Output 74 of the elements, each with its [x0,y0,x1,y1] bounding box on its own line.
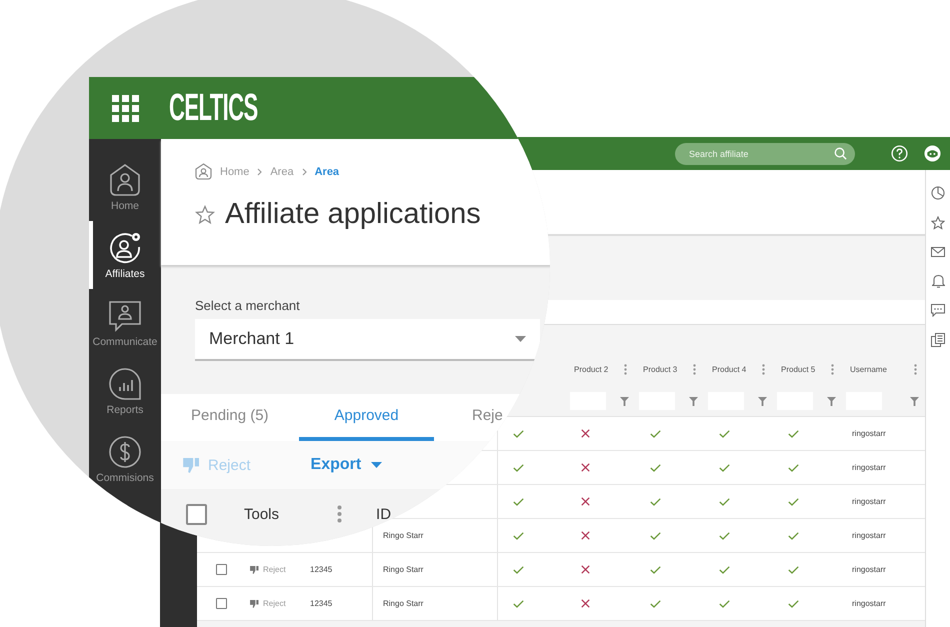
nav-item[interactable]: Home [89,153,157,221]
search-field[interactable]: Search affiliate [675,142,855,164]
filter-icon[interactable] [758,396,767,406]
caret-icon [515,336,526,342]
chat-icon[interactable] [931,304,945,317]
kebab-icon[interactable] [914,364,917,374]
chat-user-icon [108,298,142,332]
table-cell-text: Ringo Starr [382,599,424,608]
column-header: Tools [244,506,280,522]
table-cell-text: ringostarr [851,531,886,540]
kebab-icon[interactable] [831,364,834,374]
filter-icon[interactable] [620,396,629,406]
column-header: Product 5 [781,364,816,374]
column-header: Username [850,364,887,374]
bar-chart-icon [108,366,142,400]
thumbs-down-icon [183,458,200,472]
table-cell-text: ringostarr [851,429,886,438]
table-cell-text: 12345 [309,599,332,608]
caret-icon [371,462,382,468]
select-all-checkbox[interactable] [186,504,207,524]
home-icon [108,162,142,196]
chevron-icon [257,168,262,176]
breadcrumb-link[interactable]: Area [270,166,294,178]
filter-icon[interactable] [910,396,919,406]
column-header: Product 2 [574,364,608,374]
help-icon[interactable] [891,145,908,162]
tab[interactable]: Pending (5) [161,394,299,441]
table-cell-text: Ringo Starr [382,565,424,574]
user-gear-icon [108,230,142,264]
nav-item[interactable]: Reports [89,357,157,425]
nav-item[interactable]: Communicate [89,289,157,357]
table-cell-text: ringostarr [851,463,886,472]
kebab-icon[interactable] [762,364,765,374]
row-checkbox[interactable] [216,564,227,575]
tab[interactable]: Reje [434,394,503,441]
column-header: Product 3 [643,364,678,374]
column-header: Product 4 [712,364,746,374]
kebab-icon[interactable] [624,364,627,374]
logo: CELTICS [169,86,258,130]
table-cell-text: 12345 [309,565,332,574]
grid-menu-icon[interactable] [112,94,139,122]
documents-icon[interactable] [931,333,945,347]
thumbs-down-icon [250,566,259,574]
search-icon[interactable] [834,146,847,160]
field-label: Select a merchant [195,298,301,313]
bell-icon[interactable] [932,274,944,288]
reject-button[interactable]: Reject [250,565,286,574]
avatar-icon[interactable] [924,145,941,162]
table-cell-text: ringostarr [851,565,886,574]
nav-item[interactable]: Commisions [89,425,157,493]
kebab-icon[interactable] [337,505,342,523]
reject-button[interactable]: Reject [250,599,286,608]
table-cell-text: ringostarr [851,599,886,608]
thumbs-down-icon [250,600,259,608]
home-icon [195,163,212,180]
dollar-icon [108,434,142,468]
star-icon[interactable] [195,204,215,224]
page-title: Affiliate applications [225,198,481,231]
breadcrumb-link[interactable]: Area [314,166,340,178]
nav-item[interactable]: Affiliates [89,221,157,289]
filter-icon[interactable] [689,396,698,406]
breadcrumb-link[interactable]: Home [220,166,250,178]
kebab-icon[interactable] [693,364,696,374]
pie-chart-icon[interactable] [931,186,945,200]
filter-icon[interactable] [827,396,836,406]
star-icon[interactable] [931,216,945,230]
merchant-select[interactable]: Merchant 1 [195,319,540,361]
mail-icon[interactable] [931,246,945,258]
column-header: ID [376,506,392,522]
export-button[interactable]: Export [310,456,382,474]
chevron-icon [302,168,307,176]
table-cell-text: ringostarr [851,497,886,506]
row-checkbox[interactable] [216,598,227,609]
table-cell-text: Ringo Starr [382,531,424,540]
